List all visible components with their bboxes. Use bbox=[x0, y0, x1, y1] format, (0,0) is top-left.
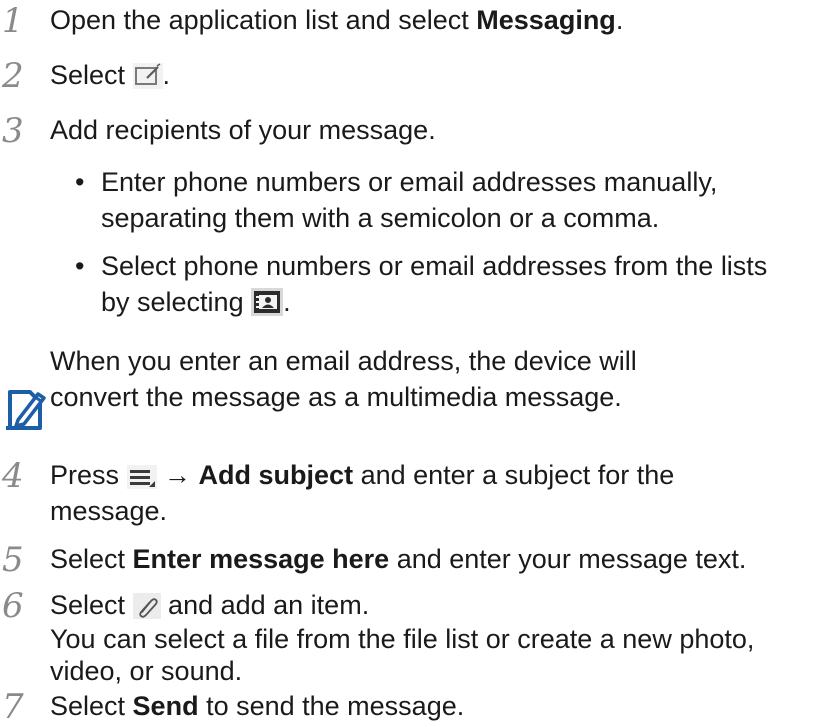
step-text: You can select a file from the file list… bbox=[50, 624, 755, 654]
step-text: Open the application list and select Mes… bbox=[50, 5, 624, 35]
contacts-icon bbox=[251, 288, 284, 325]
step-text: Select Send to send the message. bbox=[50, 691, 465, 721]
ui-term: Enter message here bbox=[132, 544, 390, 574]
menu-key-icon bbox=[126, 463, 157, 498]
step-number: 6 bbox=[2, 586, 24, 626]
compose-icon bbox=[132, 63, 163, 98]
bullet-text: separating them with a semicolon or a co… bbox=[101, 203, 660, 233]
step-text: Select Enter message here and enter your… bbox=[50, 544, 747, 574]
step-text: Add recipients of your message. bbox=[50, 115, 436, 145]
bullet-text: by selecting . bbox=[101, 285, 291, 325]
note-text: convert the message as a multimedia mess… bbox=[50, 382, 622, 412]
step-number: 5 bbox=[2, 540, 24, 580]
step-text: Select . bbox=[50, 58, 170, 98]
step-number: 4 bbox=[2, 456, 24, 496]
bullet-glyph: • bbox=[75, 167, 85, 197]
step-number: 7 bbox=[2, 687, 24, 727]
step-text: message. bbox=[50, 496, 168, 526]
step-text: video, or sound. bbox=[50, 656, 243, 686]
note-pencil-icon bbox=[6, 390, 46, 430]
step-text: Press → Add subject and enter a subject … bbox=[50, 458, 674, 498]
bullet-text: Select phone numbers or email addresses … bbox=[101, 251, 768, 281]
step-number: 3 bbox=[2, 111, 24, 151]
instructions-page: 1 Open the application list and select M… bbox=[0, 0, 826, 727]
bullet-glyph: • bbox=[75, 251, 85, 281]
note-text: When you enter an email address, the dev… bbox=[50, 346, 637, 376]
ui-term: Messaging bbox=[476, 5, 616, 35]
step-number: 1 bbox=[2, 1, 24, 41]
ui-term: Add subject bbox=[198, 460, 354, 490]
bullet-text: Enter phone numbers or email addresses m… bbox=[101, 167, 718, 197]
ui-term: Send bbox=[132, 691, 199, 721]
step-number: 2 bbox=[2, 56, 24, 96]
